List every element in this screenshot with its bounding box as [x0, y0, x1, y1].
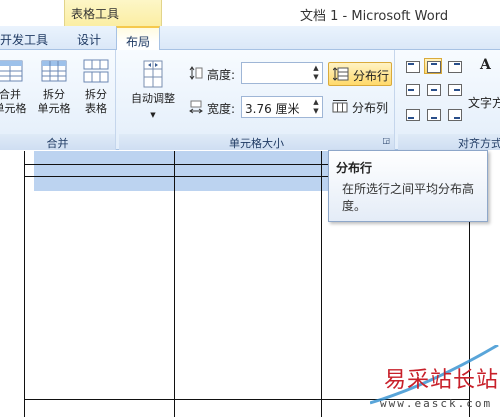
alignment-group: A 文字方 对齐方式 — [398, 50, 500, 150]
tooltip-body: 在所选行之间平均分布高度。 — [342, 182, 475, 213]
merge-group-label: 合并 — [0, 134, 115, 150]
distribute-columns-icon — [332, 100, 348, 113]
align-top-center-button[interactable] — [424, 58, 442, 74]
autofit-label: 自动调整 — [131, 92, 175, 105]
distribute-columns-button[interactable]: 分布列 — [328, 95, 392, 119]
text-direction-button[interactable]: 文字方 — [468, 94, 500, 111]
split-cells-icon — [41, 60, 67, 82]
align-top-center-icon — [427, 61, 441, 73]
height-label: 高度: — [207, 68, 236, 82]
text-direction-icon[interactable]: A — [480, 57, 491, 73]
split-table-label: 拆分 表格 — [85, 88, 107, 115]
cell-size-label-text: 单元格大小 — [229, 137, 284, 150]
table-column-divider[interactable] — [321, 151, 322, 417]
table-left-border — [24, 151, 25, 417]
align-bottom-left-icon — [406, 109, 420, 121]
align-bottom-center-icon — [427, 109, 441, 121]
table-column-divider[interactable] — [174, 151, 175, 417]
selected-rows-highlight — [34, 151, 334, 191]
align-top-left-button[interactable] — [403, 58, 421, 74]
row-height-icon — [189, 66, 203, 80]
align-top-right-icon — [448, 61, 462, 73]
cell-size-group-label: 单元格大小 ◲ — [119, 134, 394, 150]
split-cells-label: 拆分 单元格 — [37, 88, 71, 115]
distribute-rows-label: 分布行 — [353, 69, 390, 83]
merge-group: 合并 单元格 拆分 单元格 拆分 表格 合并 — [0, 50, 116, 150]
table-tools-label: 表格工具 — [71, 7, 120, 21]
watermark-url: www.easck.com — [380, 397, 493, 410]
ribbon: 合并 单元格 拆分 单元格 拆分 表格 合并 — [0, 50, 500, 150]
cell-size-group: 自动调整 ▼ 高度: ▲ ▼ 宽度: 3.76 厘米 ▲ ▼ 分布行 分布列 单… — [119, 50, 395, 150]
column-width-icon — [189, 100, 203, 114]
align-top-right-button[interactable] — [445, 58, 463, 74]
width-spinner[interactable]: ▲ ▼ — [311, 98, 321, 116]
split-table-button[interactable]: 拆分 表格 — [76, 58, 116, 116]
align-middle-right-icon — [448, 84, 462, 96]
merge-cells-label: 合并 单元格 — [0, 88, 27, 115]
width-label: 宽度: — [207, 102, 236, 116]
width-value: 3.76 厘米 — [245, 102, 300, 116]
document-title: 文档 1 - Microsoft Word — [300, 9, 449, 24]
width-input[interactable]: 3.76 厘米 ▲ ▼ — [241, 96, 323, 118]
merge-cells-button[interactable]: 合并 单元格 — [0, 58, 30, 116]
merge-cells-icon — [0, 60, 23, 82]
distribute-rows-button[interactable]: 分布行 — [328, 62, 392, 86]
tab-developer[interactable]: 开发工具 — [0, 28, 48, 50]
distribute-columns-label: 分布列 — [352, 101, 389, 115]
dialog-launcher-icon[interactable]: ◲ — [382, 136, 390, 145]
align-bottom-right-icon — [448, 109, 462, 121]
align-middle-left-icon — [406, 84, 420, 96]
watermark-text: 易采站长站 — [384, 368, 500, 393]
alignment-group-label: 对齐方式 — [398, 134, 500, 150]
table-tools-context-tab: 表格工具 — [64, 0, 162, 26]
align-top-left-icon — [406, 61, 420, 73]
tooltip-title: 分布行 — [336, 161, 373, 175]
align-middle-right-button[interactable] — [445, 81, 463, 97]
ribbon-tab-row: 开发工具 设计 布局 — [0, 26, 500, 51]
align-bottom-right-button[interactable] — [445, 106, 463, 122]
split-cells-button[interactable]: 拆分 单元格 — [34, 58, 74, 116]
align-bottom-center-button[interactable] — [424, 106, 442, 122]
align-bottom-left-button[interactable] — [403, 106, 421, 122]
split-table-icon — [83, 59, 109, 83]
tab-layout[interactable]: 布局 — [116, 26, 160, 51]
align-middle-left-button[interactable] — [403, 81, 421, 97]
height-spinner[interactable]: ▲ ▼ — [311, 64, 321, 82]
tab-design[interactable]: 设计 — [77, 28, 101, 50]
height-input[interactable]: ▲ ▼ — [241, 62, 323, 84]
autofit-icon — [143, 60, 163, 88]
autofit-button[interactable]: 自动调整 ▼ — [124, 60, 182, 122]
align-middle-center-button[interactable] — [424, 81, 442, 97]
autofit-dropdown-arrow-icon: ▼ — [150, 111, 156, 119]
distribute-rows-tooltip: 分布行 在所选行之间平均分布高度。 — [328, 150, 488, 222]
align-middle-center-icon — [427, 84, 441, 96]
title-bar: 表格工具 文档 1 - Microsoft Word — [0, 0, 500, 26]
distribute-rows-icon — [333, 67, 349, 81]
